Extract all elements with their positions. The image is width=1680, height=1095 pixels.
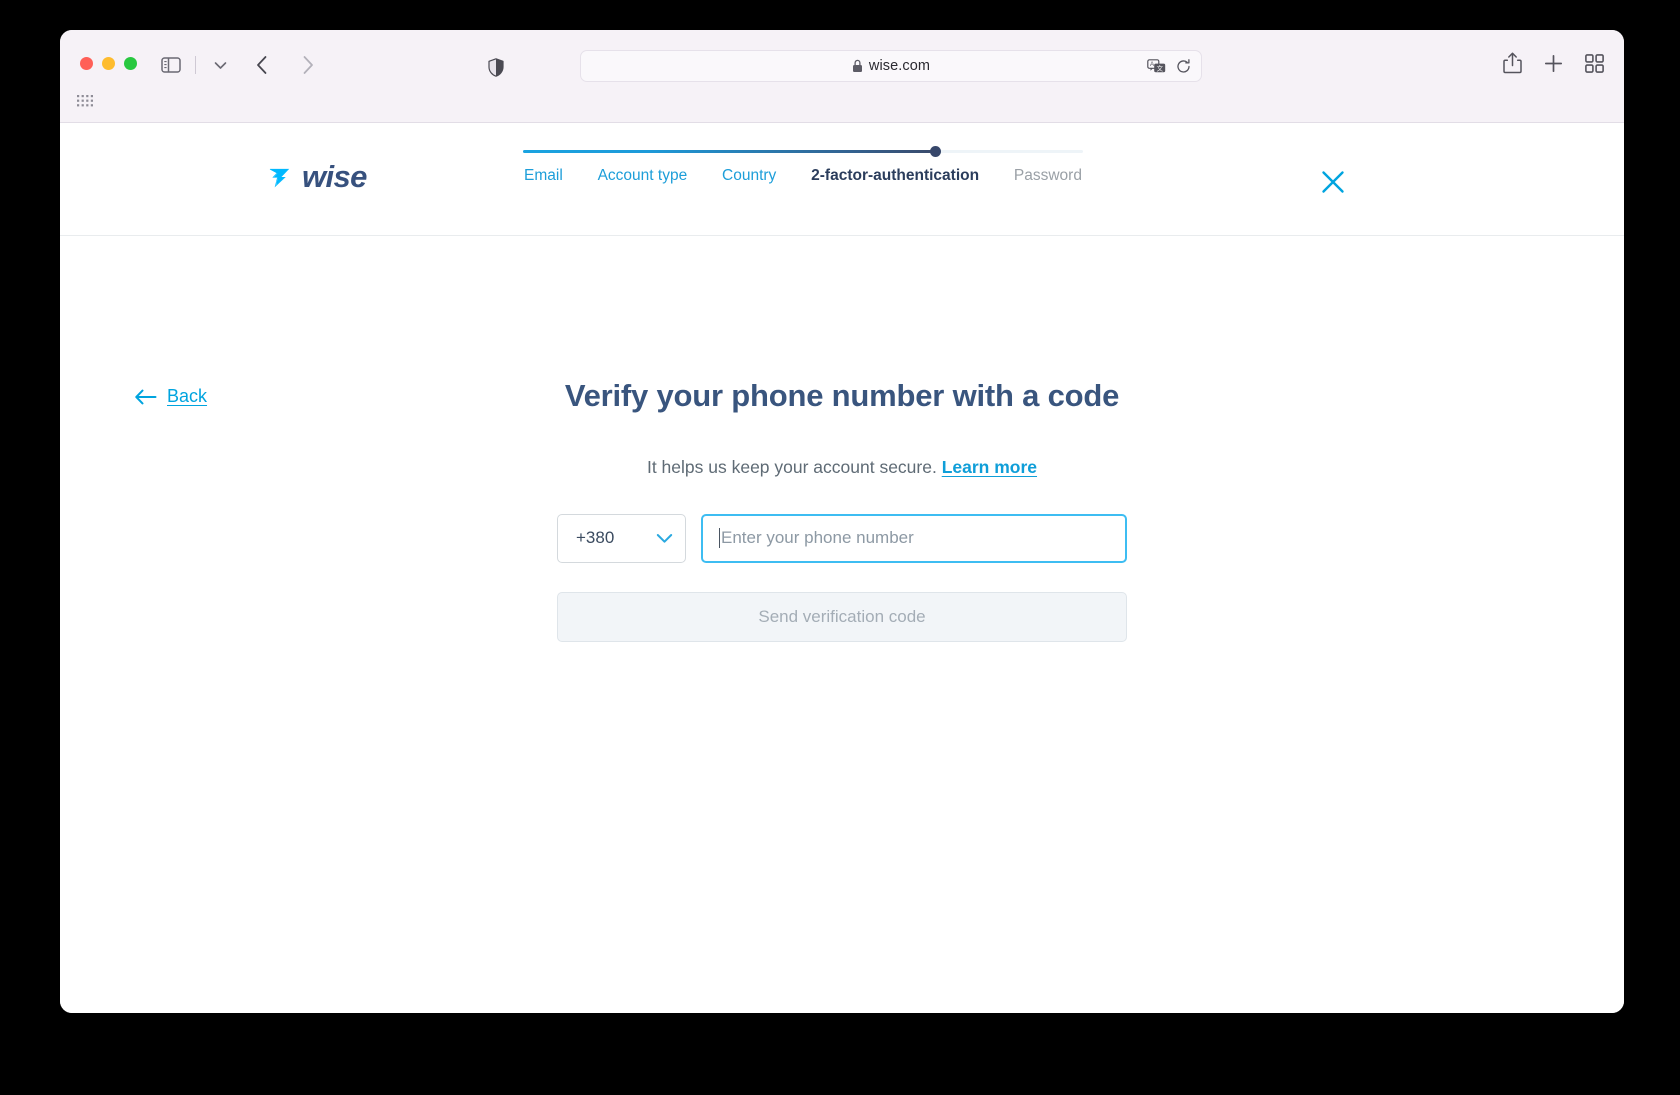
wise-arrow-logo [265,162,295,192]
page-title: Verify your phone number with a code [564,378,1120,413]
privacy-shield-icon[interactable] [488,58,504,82]
learn-more-link[interactable]: Learn more [942,457,1037,477]
verification-form: Verify your phone number with a code It … [60,236,1624,642]
step-two-factor-authentication[interactable]: 2-factor-authentication [811,167,979,185]
signup-header: wise Email Account type Country 2-factor… [60,123,1624,236]
wise-logo[interactable]: wise [265,159,367,195]
address-bar-actions: A 文 [1147,51,1191,81]
send-verification-code-button[interactable]: Send verification code [557,591,1127,642]
step-account-type[interactable]: Account type [598,167,688,185]
chevron-down-icon [656,533,673,544]
country-code-value: +380 [576,528,615,548]
address-bar-url: wise.com [868,58,931,74]
country-code-select[interactable]: +380 [557,513,686,563]
sidebar-toggle-icon[interactable] [156,52,186,78]
apps-grid-icon[interactable] [76,94,94,112]
step-password: Password [1013,167,1082,184]
browser-nav-controls [156,52,323,78]
back-arrow-icon[interactable] [247,52,277,78]
desktop-background: wise.com A 文 wise Email Account type Cou… [0,0,1680,1095]
step-country[interactable]: Country [722,167,776,185]
phone-number-input[interactable]: Enter your phone number [701,513,1127,563]
window-controls [80,57,137,70]
lock-icon [852,59,863,73]
reload-icon[interactable] [1176,58,1191,74]
translate-icon[interactable]: A 文 [1147,58,1166,74]
page-subtitle: It helps us keep your account secure. Le… [647,457,1037,478]
progress-track [523,145,1083,157]
address-bar[interactable]: wise.com A 文 [580,50,1202,82]
plus-icon[interactable] [1544,54,1563,73]
web-page: wise Email Account type Country 2-factor… [60,123,1624,1013]
chevron-down-icon[interactable] [205,52,235,78]
signup-content: Back Verify your phone number with a cod… [60,236,1624,1013]
share-icon[interactable] [1503,52,1522,74]
browser-toolbar-right [1503,52,1604,74]
signup-progress-stepper: Email Account type Country 2-factor-auth… [523,145,1083,185]
close-icon[interactable] [1317,166,1349,198]
svg-text:文: 文 [1157,63,1164,72]
forward-arrow-icon[interactable] [293,52,323,78]
progress-track-fill [523,150,935,153]
progress-step-labels: Email Account type Country 2-factor-auth… [523,167,1083,185]
chrome-divider [195,56,196,74]
progress-current-dot [929,146,941,157]
minimize-window-button[interactable] [102,57,115,70]
text-cursor [719,528,720,549]
phone-entry-row: +380 Enter your phone number [557,513,1127,563]
wise-wordmark: wise [302,159,367,194]
browser-chrome: wise.com A 文 [60,30,1624,123]
bookmarks-bar [60,86,1624,122]
tab-overview-icon[interactable] [1585,53,1604,73]
phone-number-placeholder: Enter your phone number [721,528,914,548]
page-subtitle-text: It helps us keep your account secure. [646,456,937,477]
maximize-window-button[interactable] [124,57,137,70]
close-window-button[interactable] [80,57,93,70]
browser-window: wise.com A 文 wise Email Account type Cou… [60,30,1624,1013]
step-email[interactable]: Email [524,167,563,185]
